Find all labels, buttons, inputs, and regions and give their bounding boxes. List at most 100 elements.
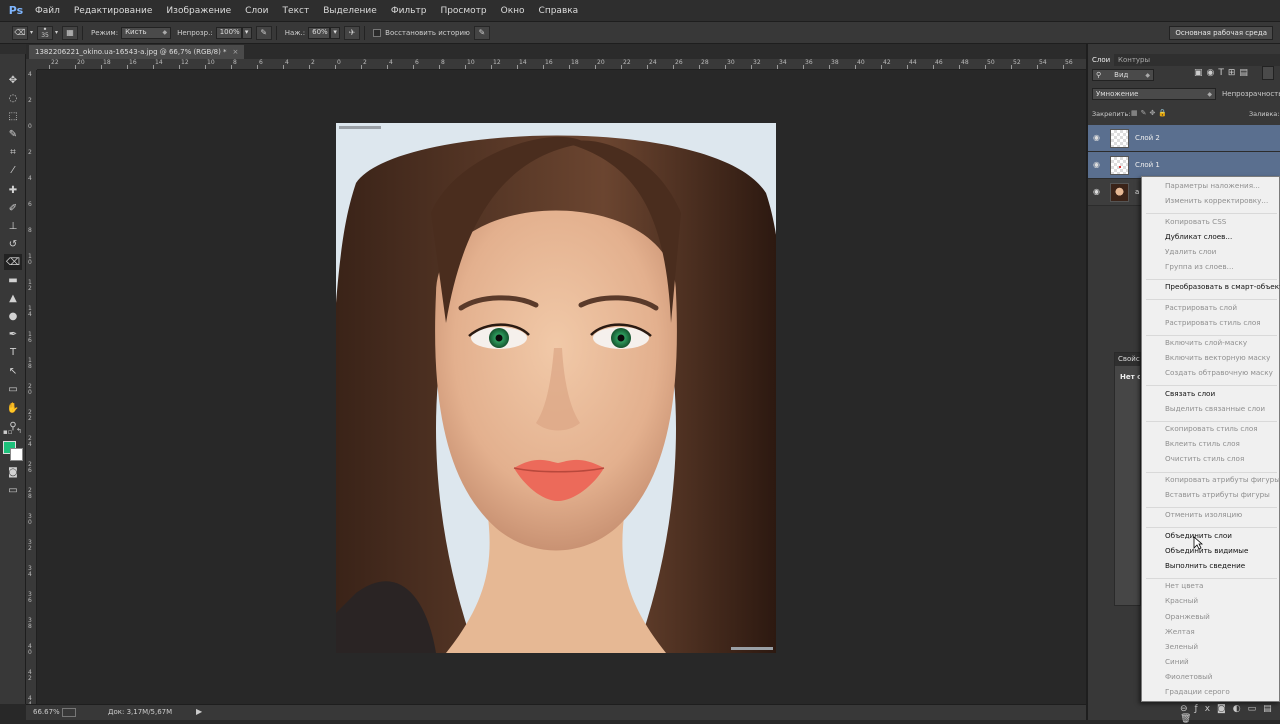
context-menu-item: Включить векторную маску: [1165, 353, 1271, 363]
flow-field[interactable]: 60%: [308, 26, 331, 39]
menu-item-0[interactable]: Файл: [28, 0, 67, 22]
visibility-eye-icon[interactable]: ◉: [1093, 133, 1100, 142]
history-checkbox[interactable]: [373, 28, 382, 37]
filter-toggle-icon[interactable]: [1262, 66, 1274, 80]
eyedropper-tool-icon[interactable]: ⁄: [4, 162, 22, 178]
shape-tool-icon[interactable]: ▭: [4, 381, 22, 397]
context-menu-item[interactable]: Дубликат слоев...: [1165, 232, 1232, 241]
default-colors-icon[interactable]: ▪▫: [3, 428, 13, 436]
ruler-left-label: 4 0: [28, 643, 32, 656]
menu-item-8[interactable]: Окно: [494, 0, 532, 22]
menu-item-9[interactable]: Справка: [532, 0, 586, 22]
ruler-tick: [179, 65, 180, 69]
menu-item-6[interactable]: Фильтр: [384, 0, 434, 22]
menu-item-4[interactable]: Текст: [276, 0, 317, 22]
brush-panel-icon[interactable]: ▦: [62, 25, 79, 40]
context-menu-item: Зеленый: [1165, 641, 1199, 651]
menu-item-3[interactable]: Слои: [238, 0, 275, 22]
menu-item-5[interactable]: Выделение: [316, 0, 384, 22]
gradient-tool-icon[interactable]: ▬: [4, 272, 22, 288]
opacity-field[interactable]: 100%: [215, 26, 242, 39]
menu-item-1[interactable]: Редактирование: [67, 0, 160, 22]
ruler-top-label: 22: [51, 59, 59, 66]
move-tool-icon[interactable]: ✥: [4, 72, 22, 88]
path-select-tool-icon[interactable]: ↖: [4, 363, 22, 379]
lock-icons[interactable]: ▦✎✥🔒: [1131, 109, 1170, 117]
layers-bottom-toolbar[interactable]: ⊖ƒx◙◐▭▤🗑: [1170, 704, 1280, 724]
layer-row[interactable]: ◉ Слой 1: [1088, 152, 1280, 179]
document-tab[interactable]: 1382206221_okino.ua-16543-a.jpg @ 66,7% …: [29, 45, 245, 59]
ruler-origin[interactable]: [26, 59, 37, 70]
menu-separator: [1146, 385, 1277, 387]
blend-mode-dropdown[interactable]: Умножение ◆: [1092, 88, 1216, 100]
close-tab-icon[interactable]: ×: [233, 48, 239, 56]
ruler-top-label: 18: [103, 59, 111, 66]
context-menu-item: Удалить слои: [1165, 246, 1217, 256]
menu-item-2[interactable]: Изображение: [159, 0, 238, 22]
status-menu-arrow-icon[interactable]: ▶: [196, 707, 202, 716]
healing-brush-tool-icon[interactable]: ✚: [4, 182, 22, 198]
ruler-top-label: 22: [623, 59, 631, 66]
context-menu-item[interactable]: Объединить видимые: [1165, 546, 1248, 555]
layer-thumbnail: [1110, 156, 1129, 175]
export-icon[interactable]: [62, 708, 76, 717]
ruler-top-label: 56: [1065, 59, 1073, 66]
brush-size-picker[interactable]: • 35 ▾: [37, 22, 58, 44]
context-menu-item: Включить слой-маску: [1165, 338, 1248, 348]
swap-colors-icon[interactable]: ↰: [16, 427, 22, 435]
pressure-opacity-icon[interactable]: ✎: [255, 25, 272, 40]
tab-layers[interactable]: Слои: [1088, 54, 1115, 66]
airbrush-icon[interactable]: ✈: [344, 25, 361, 40]
eraser-tool-icon[interactable]: ⌫: [4, 254, 22, 270]
ruler-top-label: 24: [649, 59, 657, 66]
ruler-tick: [49, 65, 50, 69]
layer-row[interactable]: ◉ Слой 2: [1088, 125, 1280, 152]
quick-mask-icon[interactable]: ◙: [4, 464, 22, 480]
mode-dropdown[interactable]: Кисть ◆: [121, 26, 172, 39]
menu-item-7[interactable]: Просмотр: [433, 0, 493, 22]
visibility-eye-icon[interactable]: ◉: [1093, 187, 1100, 196]
tool-preset-picker[interactable]: ⌫ ▾: [12, 22, 33, 44]
layer-filter-icons[interactable]: ▣◉T⊞▤: [1194, 68, 1252, 78]
blur-tool-icon[interactable]: ▲: [4, 290, 22, 306]
clone-stamp-tool-icon[interactable]: ⊥: [4, 218, 22, 234]
crop-tool-icon[interactable]: ⌗: [4, 144, 22, 160]
panel-opacity-label: Непрозрачность:: [1222, 90, 1280, 98]
dodge-tool-icon[interactable]: ●: [4, 308, 22, 324]
opacity-slider-toggle[interactable]: ▾: [241, 26, 252, 39]
quick-select-tool-icon[interactable]: ✎: [4, 126, 22, 142]
flow-slider-toggle[interactable]: ▾: [330, 26, 341, 39]
hand-tool-icon[interactable]: ✋: [4, 400, 22, 416]
context-menu-item[interactable]: Выполнить сведение: [1165, 561, 1245, 570]
pen-tool-icon[interactable]: ✒: [4, 326, 22, 342]
tab-paths[interactable]: Контуры: [1114, 54, 1154, 66]
workspace-switcher[interactable]: Основная рабочая среда: [1169, 26, 1273, 40]
type-tool-icon[interactable]: T: [4, 344, 22, 360]
portrait-photo[interactable]: [336, 123, 776, 653]
context-menu-item: Фиолетовый: [1165, 671, 1213, 681]
ruler-tick: [985, 65, 986, 69]
background-color-swatch[interactable]: [10, 448, 23, 461]
screen-mode-icon[interactable]: ▭: [4, 482, 22, 498]
history-brush-tool-icon[interactable]: ↺: [4, 236, 22, 252]
ruler-tick: [959, 65, 960, 69]
lasso-tool-icon[interactable]: ◌: [4, 90, 22, 106]
layer-kind-filter[interactable]: ⚲ Вид ◆: [1092, 69, 1154, 81]
ruler-top-label: 34: [779, 59, 787, 66]
ruler-left-label: 2 2: [28, 409, 32, 422]
zoom-readout[interactable]: 66.67%: [33, 708, 60, 716]
tools-panel-header[interactable]: [0, 44, 26, 54]
vertical-ruler[interactable]: 4 2 0 2 4 6 8 1 0 1 2 1 4 1 6 1 8 2 0 2 2 2 4 2 6 2 8 3 0…: [26, 70, 37, 704]
properties-tab[interactable]: Свойст: [1115, 353, 1140, 366]
ruler-top-label: 26: [675, 59, 683, 66]
menu-separator: [1146, 471, 1277, 473]
brush-tool-icon[interactable]: ✐: [4, 200, 22, 216]
horizontal-ruler[interactable]: 22 20 18 16 14 12 10 8 6 4 2 0 2 4 6 8 10 12 14 16 18 20 22 24 2…: [37, 59, 1086, 70]
pressure-size-icon[interactable]: ✎: [473, 25, 490, 40]
context-menu-item[interactable]: Связать слои: [1165, 389, 1215, 398]
ruler-top-label: 20: [77, 59, 85, 66]
marquee-tool-icon[interactable]: ⬚: [4, 108, 22, 124]
visibility-eye-icon[interactable]: ◉: [1093, 160, 1100, 169]
context-menu-item[interactable]: Преобразовать в смарт-объект: [1165, 282, 1280, 291]
ruler-left-label: 2 8: [28, 487, 32, 500]
